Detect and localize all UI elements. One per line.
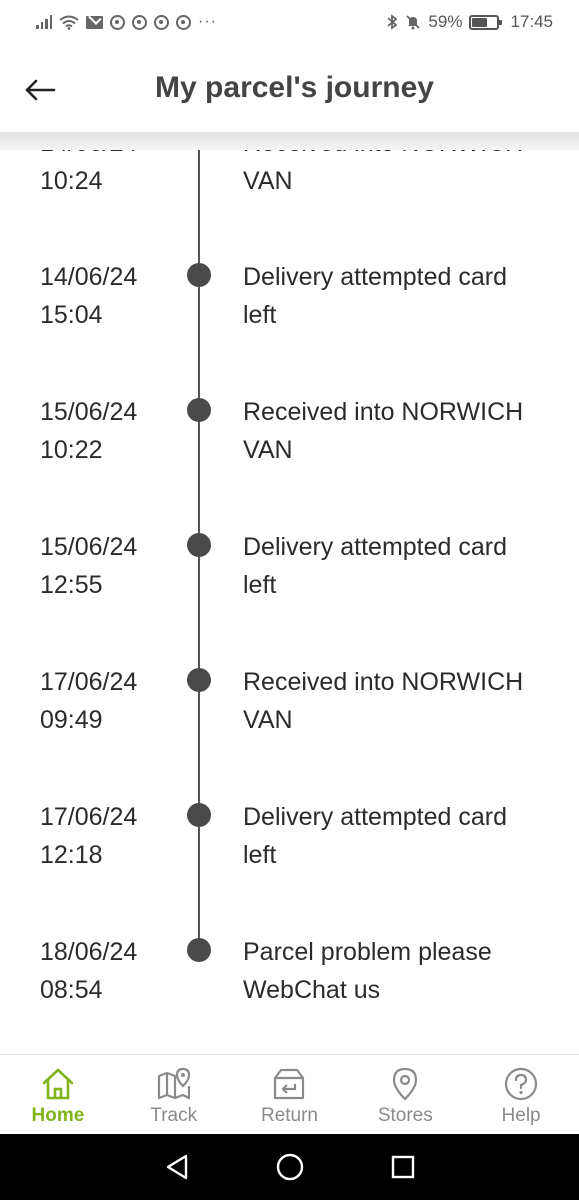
event-date: 15/06/24 [40, 398, 138, 426]
event-description-line: VAN [243, 706, 293, 734]
event-description-line: VAN [243, 436, 293, 464]
triangle-back-icon [166, 1154, 187, 1180]
chrome-icon [110, 14, 125, 30]
event-date: 18/06/24 [40, 938, 138, 966]
back-button[interactable] [22, 72, 58, 108]
event-description: Received into NORWICH VAN [243, 393, 543, 469]
event-datetime: 17/06/24 09:49 [40, 663, 180, 739]
timeline-dot [187, 668, 211, 692]
nav-item-help[interactable]: Help [463, 1055, 579, 1134]
event-datetime: 18/06/24 08:54 [40, 933, 180, 1009]
page-title: My parcel's journey [155, 71, 434, 104]
nav-item-stores[interactable]: Stores [347, 1055, 463, 1134]
event-description-line: VAN [243, 167, 293, 195]
nav-item-home[interactable]: Home [0, 1055, 116, 1134]
mail-icon [86, 15, 103, 29]
event-description: Delivery attempted card left [243, 798, 543, 874]
nav-label: Home [31, 1105, 85, 1126]
event-time: 12:18 [40, 841, 103, 869]
battery-percent: 59% [428, 12, 463, 31]
event-time: 10:22 [40, 436, 103, 464]
system-back-button[interactable] [157, 1147, 197, 1187]
event-datetime: 15/06/24 10:22 [40, 393, 180, 469]
event-datetime: 17/06/24 12:18 [40, 798, 180, 874]
circle-home-icon [276, 1153, 303, 1181]
chrome-icon [132, 14, 147, 30]
bluetooth-icon [387, 14, 398, 30]
more-icon: ··· [198, 13, 217, 30]
signal-icon [36, 15, 52, 29]
return-box-icon [269, 1065, 309, 1103]
event-description-line: WebChat us [243, 976, 381, 1004]
event-date: 14/06/24 [40, 263, 138, 291]
nav-label: Help [501, 1105, 541, 1126]
parcel-journey-timeline[interactable]: 14/06/24 10:24 Received into NORWICH VAN… [0, 132, 579, 1054]
home-icon [38, 1065, 78, 1103]
timeline-event: 17/06/24 12:18 Delivery attempted card l… [0, 798, 579, 888]
system-navigation-bar [0, 1134, 579, 1200]
nav-label: Return [260, 1105, 318, 1126]
nav-item-track[interactable]: Track [116, 1055, 232, 1134]
event-description-line: Delivery attempted card [243, 803, 508, 831]
event-time: 12:55 [40, 571, 103, 599]
status-right-icons: 59% 17:45 [386, 12, 553, 32]
event-description-line: Delivery attempted card [243, 533, 508, 561]
timeline-event: 15/06/24 10:22 Received into NORWICH VAN [0, 393, 579, 483]
timeline-event: 18/06/24 08:54 Parcel problem please Web… [0, 933, 579, 1023]
status-bar: ··· 59% 17:45 [0, 0, 579, 44]
event-date: 17/06/24 [40, 668, 138, 696]
event-datetime: 15/06/24 12:55 [40, 528, 180, 604]
nav-item-return[interactable]: Return [232, 1055, 348, 1134]
event-datetime: 14/06/24 15:04 [40, 258, 180, 334]
event-time: 15:04 [40, 301, 103, 329]
map-pin-icon [154, 1065, 194, 1103]
event-description: Parcel problem please WebChat us [243, 933, 543, 1009]
timeline-dot [187, 533, 211, 557]
status-left-icons: ··· [36, 13, 217, 31]
system-home-button[interactable] [270, 1147, 310, 1187]
event-date: 15/06/24 [40, 533, 138, 561]
event-time: 08:54 [40, 976, 103, 1004]
header-shadow [0, 132, 579, 150]
event-description: Delivery attempted card left [243, 528, 543, 604]
timeline-event: 14/06/24 15:04 Delivery attempted card l… [0, 258, 579, 348]
timeline-event: 15/06/24 12:55 Delivery attempted card l… [0, 528, 579, 618]
event-description-line: left [243, 301, 277, 329]
wifi-icon [59, 15, 79, 30]
mute-icon [406, 15, 421, 30]
event-date: 17/06/24 [40, 803, 138, 831]
timeline-dot [187, 938, 211, 962]
battery-icon [469, 14, 503, 30]
location-icon [385, 1065, 425, 1103]
event-description-line: Received into NORWICH [243, 668, 524, 696]
nav-label: Track [150, 1105, 198, 1126]
timeline-event: 17/06/24 09:49 Received into NORWICH VAN [0, 663, 579, 753]
app-header: My parcel's journey [0, 44, 579, 132]
timeline-dot [187, 263, 211, 287]
help-icon [501, 1065, 541, 1103]
timeline-dot [187, 803, 211, 827]
event-description-line: left [243, 571, 277, 599]
event-time: 09:49 [40, 706, 103, 734]
event-description-line: Parcel problem please [243, 938, 492, 966]
event-description-line: Received into NORWICH [243, 398, 524, 426]
system-recents-button[interactable] [383, 1147, 423, 1187]
event-description-line: Delivery attempted card [243, 263, 508, 291]
chrome-icon [154, 14, 169, 30]
bottom-navigation: Home Track Return Stores Help [0, 1054, 579, 1134]
status-time: 17:45 [510, 12, 553, 31]
event-description: Received into NORWICH VAN [243, 663, 543, 739]
event-description: Delivery attempted card left [243, 258, 543, 334]
back-arrow-icon [25, 79, 56, 101]
event-time: 10:24 [40, 167, 103, 195]
nav-label: Stores [377, 1105, 433, 1126]
timeline-dot [187, 398, 211, 422]
chrome-icon [176, 14, 191, 30]
square-recents-icon [391, 1155, 414, 1179]
event-description-line: left [243, 841, 277, 869]
